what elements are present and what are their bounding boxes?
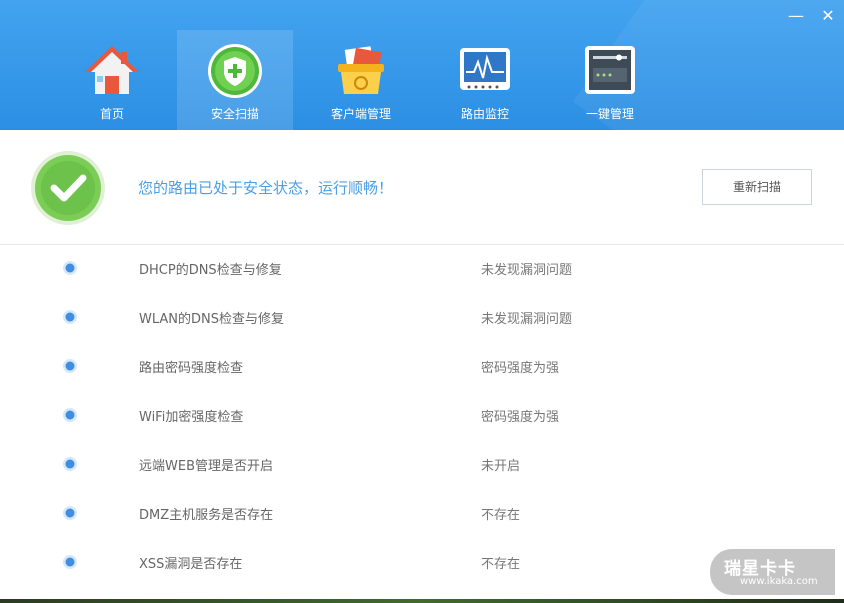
check-result: 密码强度为强 (481, 410, 560, 425)
list-item: DHCP的DNS检查与修复 未发现漏洞问题 (0, 245, 844, 294)
close-button[interactable]: ✕ (818, 6, 838, 26)
tab-security-scan[interactable]: 安全扫描 (177, 30, 293, 130)
list-item: 远端WEB管理是否开启 未开启 (0, 441, 844, 490)
tab-label: 首页 (99, 107, 124, 121)
watermark: 瑞星卡卡 www.ikaka.com (710, 549, 835, 595)
status-dot-icon (63, 310, 77, 324)
desktop-background-strip (0, 599, 844, 603)
top-nav-bar: — ✕ 首页 安全扫描 客户端管理 路由监控 一键管理 (0, 0, 844, 130)
scan-status-panel: 您的路由已处于安全状态，运行顺畅！ 重新扫描 (0, 130, 844, 245)
check-result: 密码强度为强 (481, 361, 560, 376)
check-result: 不存在 (481, 508, 521, 523)
status-dot-icon (63, 555, 77, 569)
check-name: XSS漏洞是否存在 (139, 557, 243, 572)
list-item: WLAN的DNS检查与修复 未发现漏洞问题 (0, 294, 844, 343)
tab-label: 路由监控 (460, 107, 509, 121)
shield-check-icon (31, 151, 105, 225)
check-name: DMZ主机服务是否存在 (139, 508, 274, 523)
status-message: 您的路由已处于安全状态，运行顺畅！ (138, 179, 394, 197)
router-device-icon (585, 46, 635, 94)
monitor-icon (460, 48, 510, 90)
check-name: WiFi加密强度检查 (139, 410, 244, 425)
tab-home[interactable]: 首页 (54, 30, 170, 130)
status-dot-icon (63, 408, 77, 422)
rescan-button[interactable]: 重新扫描 (702, 169, 812, 205)
tab-label: 一键管理 (585, 107, 634, 121)
status-dot-icon (63, 457, 77, 471)
client-box-icon (338, 46, 384, 94)
check-result: 不存在 (481, 557, 521, 572)
tab-client-management[interactable]: 客户端管理 (303, 30, 419, 130)
status-dot-icon (63, 261, 77, 275)
minimize-button[interactable]: — (786, 6, 806, 26)
tab-one-click-management[interactable]: 一键管理 (552, 30, 668, 130)
list-item: DMZ主机服务是否存在 不存在 (0, 490, 844, 539)
list-item: 路由密码强度检查 密码强度为强 (0, 343, 844, 392)
status-dot-icon (63, 359, 77, 373)
check-name: WLAN的DNS检查与修复 (139, 312, 284, 327)
check-result: 未开启 (481, 459, 521, 474)
app-window: — ✕ 首页 安全扫描 客户端管理 路由监控 一键管理 您的路由已处于安全状态，… (0, 0, 844, 603)
list-item: WiFi加密强度检查 密码强度为强 (0, 392, 844, 441)
home-icon (85, 46, 139, 94)
tab-label: 客户端管理 (330, 107, 391, 121)
watermark-url: www.ikaka.com (740, 576, 818, 587)
check-result: 未发现漏洞问题 (481, 263, 573, 278)
check-name: 远端WEB管理是否开启 (139, 459, 273, 474)
status-dot-icon (63, 506, 77, 520)
tab-router-monitor[interactable]: 路由监控 (427, 30, 543, 130)
tab-label: 安全扫描 (210, 107, 259, 121)
check-result: 未发现漏洞问题 (481, 312, 573, 327)
shield-plus-icon (208, 44, 262, 98)
check-name: DHCP的DNS检查与修复 (139, 263, 282, 278)
check-name: 路由密码强度检查 (139, 361, 244, 376)
